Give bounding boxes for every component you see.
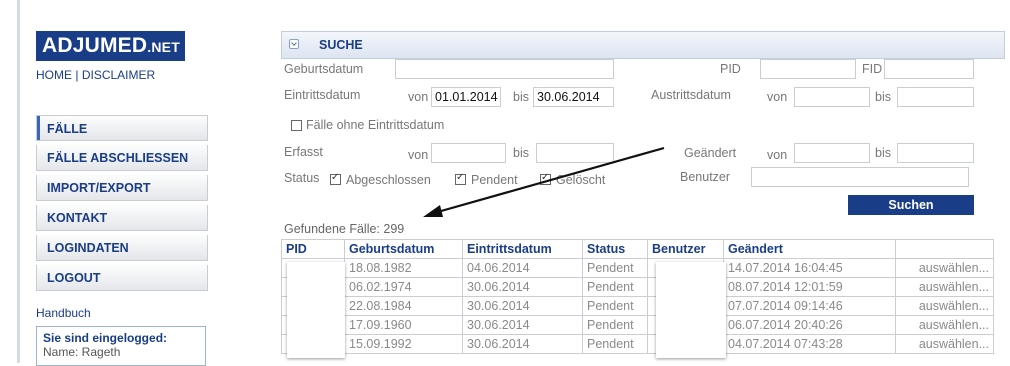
- arrow-line: [433, 146, 665, 215]
- annotation-arrow: [423, 146, 665, 217]
- arrow-head: [423, 205, 443, 217]
